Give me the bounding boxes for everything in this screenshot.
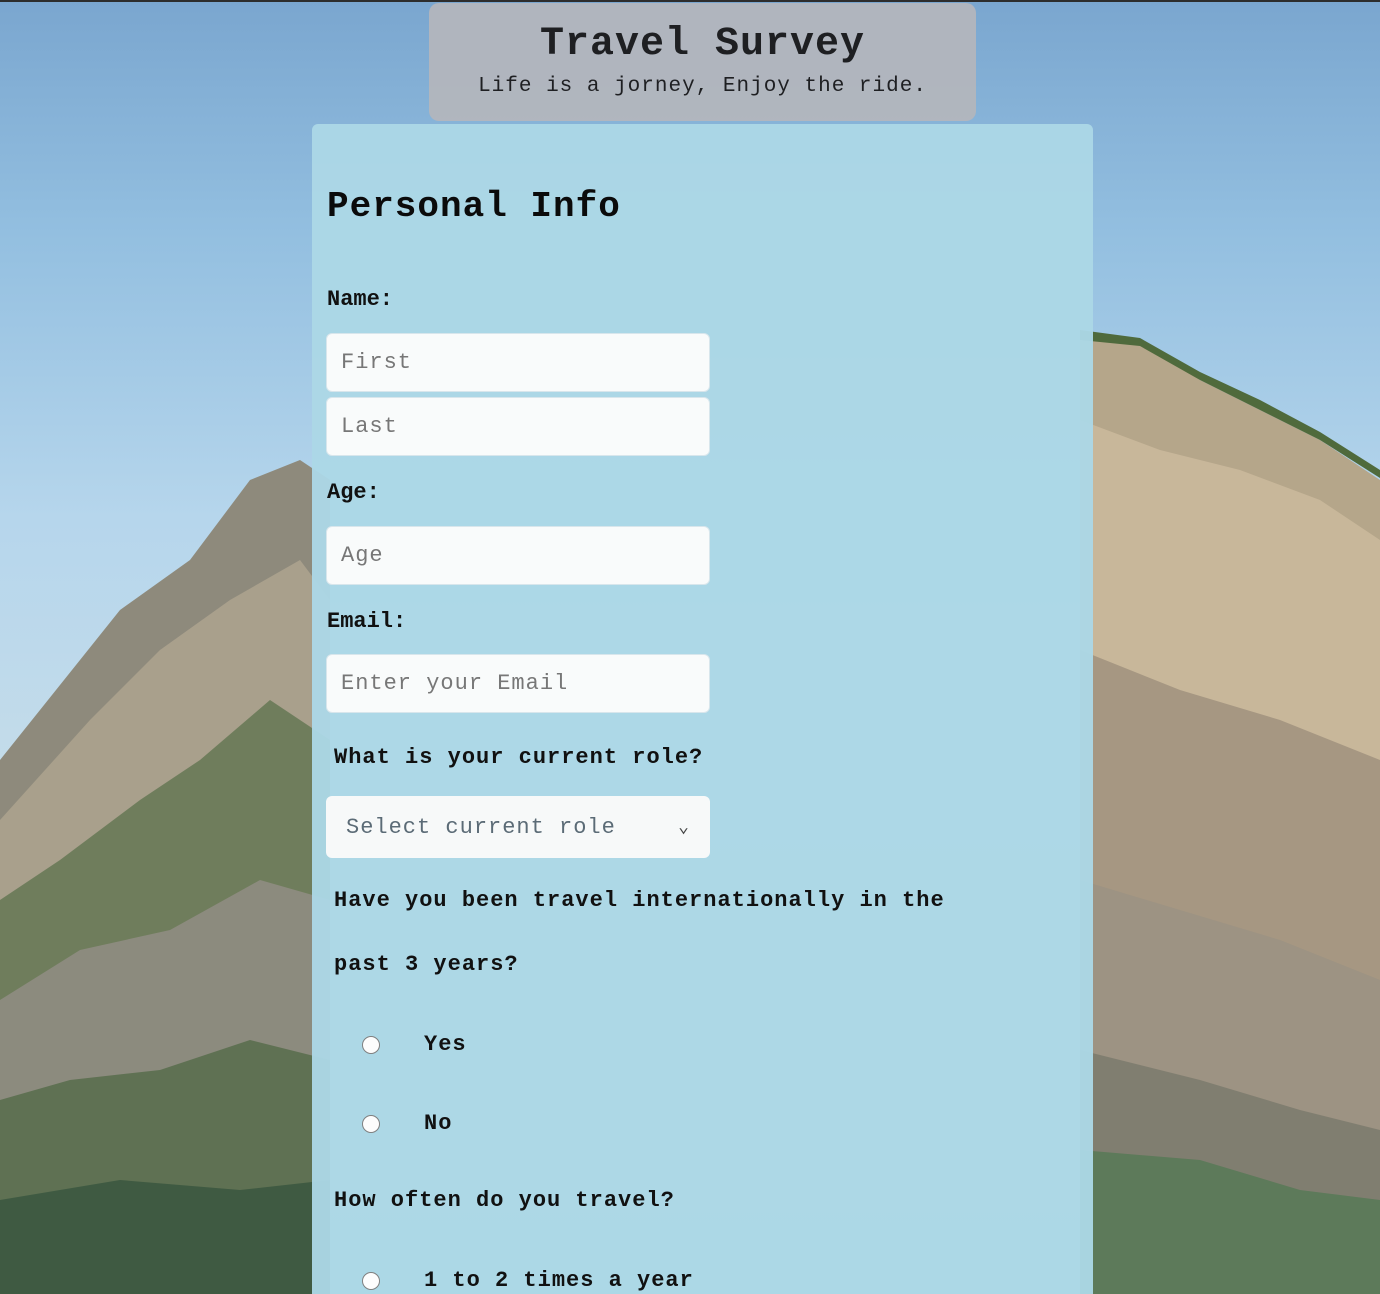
age-input[interactable] bbox=[326, 526, 710, 585]
chevron-down-icon: ⌄ bbox=[678, 818, 690, 838]
radio-no[interactable] bbox=[362, 1114, 380, 1133]
radio-yes[interactable] bbox=[362, 1035, 380, 1054]
page-title: Travel Survey bbox=[539, 22, 866, 67]
last-name-input[interactable] bbox=[326, 397, 710, 456]
role-question: What is your current role? bbox=[334, 745, 704, 770]
header-banner: Travel Survey Life is a jorney, Enjoy th… bbox=[429, 3, 976, 121]
first-name-input[interactable] bbox=[326, 333, 710, 392]
radio-frequency-1-label: 1 to 2 times a year bbox=[424, 1268, 694, 1293]
role-select-value: Select current role bbox=[346, 814, 616, 840]
frequency-question: How often do you travel? bbox=[334, 1188, 675, 1213]
age-label: Age: bbox=[327, 480, 380, 505]
email-input[interactable] bbox=[326, 654, 710, 713]
name-label: Name: bbox=[327, 287, 394, 312]
radio-frequency-1[interactable] bbox=[362, 1271, 380, 1290]
survey-form: Personal Info Name: Age: Email: What is … bbox=[312, 124, 1093, 1294]
frequency-option-1[interactable]: 1 to 2 times a year bbox=[362, 1268, 694, 1293]
intl-question-line2: past 3 years? bbox=[334, 952, 519, 977]
section-title: Personal Info bbox=[327, 186, 621, 227]
intl-question-line1: Have you been travel internationally in … bbox=[334, 888, 945, 913]
radio-yes-label: Yes bbox=[424, 1032, 467, 1057]
intl-option-yes[interactable]: Yes bbox=[362, 1032, 467, 1057]
intl-option-no[interactable]: No bbox=[362, 1111, 452, 1136]
role-select[interactable]: Select current role ⌄ bbox=[326, 796, 710, 858]
email-label: Email: bbox=[327, 609, 407, 634]
radio-no-label: No bbox=[424, 1111, 453, 1136]
page-subtitle: Life is a jorney, Enjoy the ride. bbox=[478, 75, 927, 98]
